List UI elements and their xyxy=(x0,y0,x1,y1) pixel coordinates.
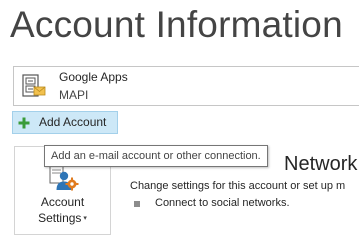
account-type: MAPI xyxy=(59,88,89,102)
chevron-down-icon: ▾ xyxy=(83,215,87,223)
account-settings-label-line2: Settings ▾ xyxy=(15,211,110,226)
bullet-square-icon xyxy=(134,201,140,207)
account-name: Google Apps xyxy=(59,70,128,84)
mail-account-icon xyxy=(22,74,46,98)
add-account-tooltip: Add an e-mail account or other connectio… xyxy=(44,145,268,167)
bullet-item: Connect to social networks. xyxy=(155,197,290,209)
section-description: Change settings for this account or set … xyxy=(130,180,346,192)
add-account-button[interactable]: Add Account xyxy=(12,111,118,134)
section-heading: Network xyxy=(284,153,358,175)
account-settings-label-line1: Account xyxy=(40,195,85,209)
account-settings-icon xyxy=(49,163,79,193)
account-selector-dropdown[interactable]: Google Apps MAPI xyxy=(13,66,359,106)
add-account-label: Add Account xyxy=(39,115,107,129)
page-title: Account Information xyxy=(10,4,343,45)
account-settings-label-line2-text: Settings xyxy=(38,211,82,225)
plus-icon xyxy=(18,116,30,129)
